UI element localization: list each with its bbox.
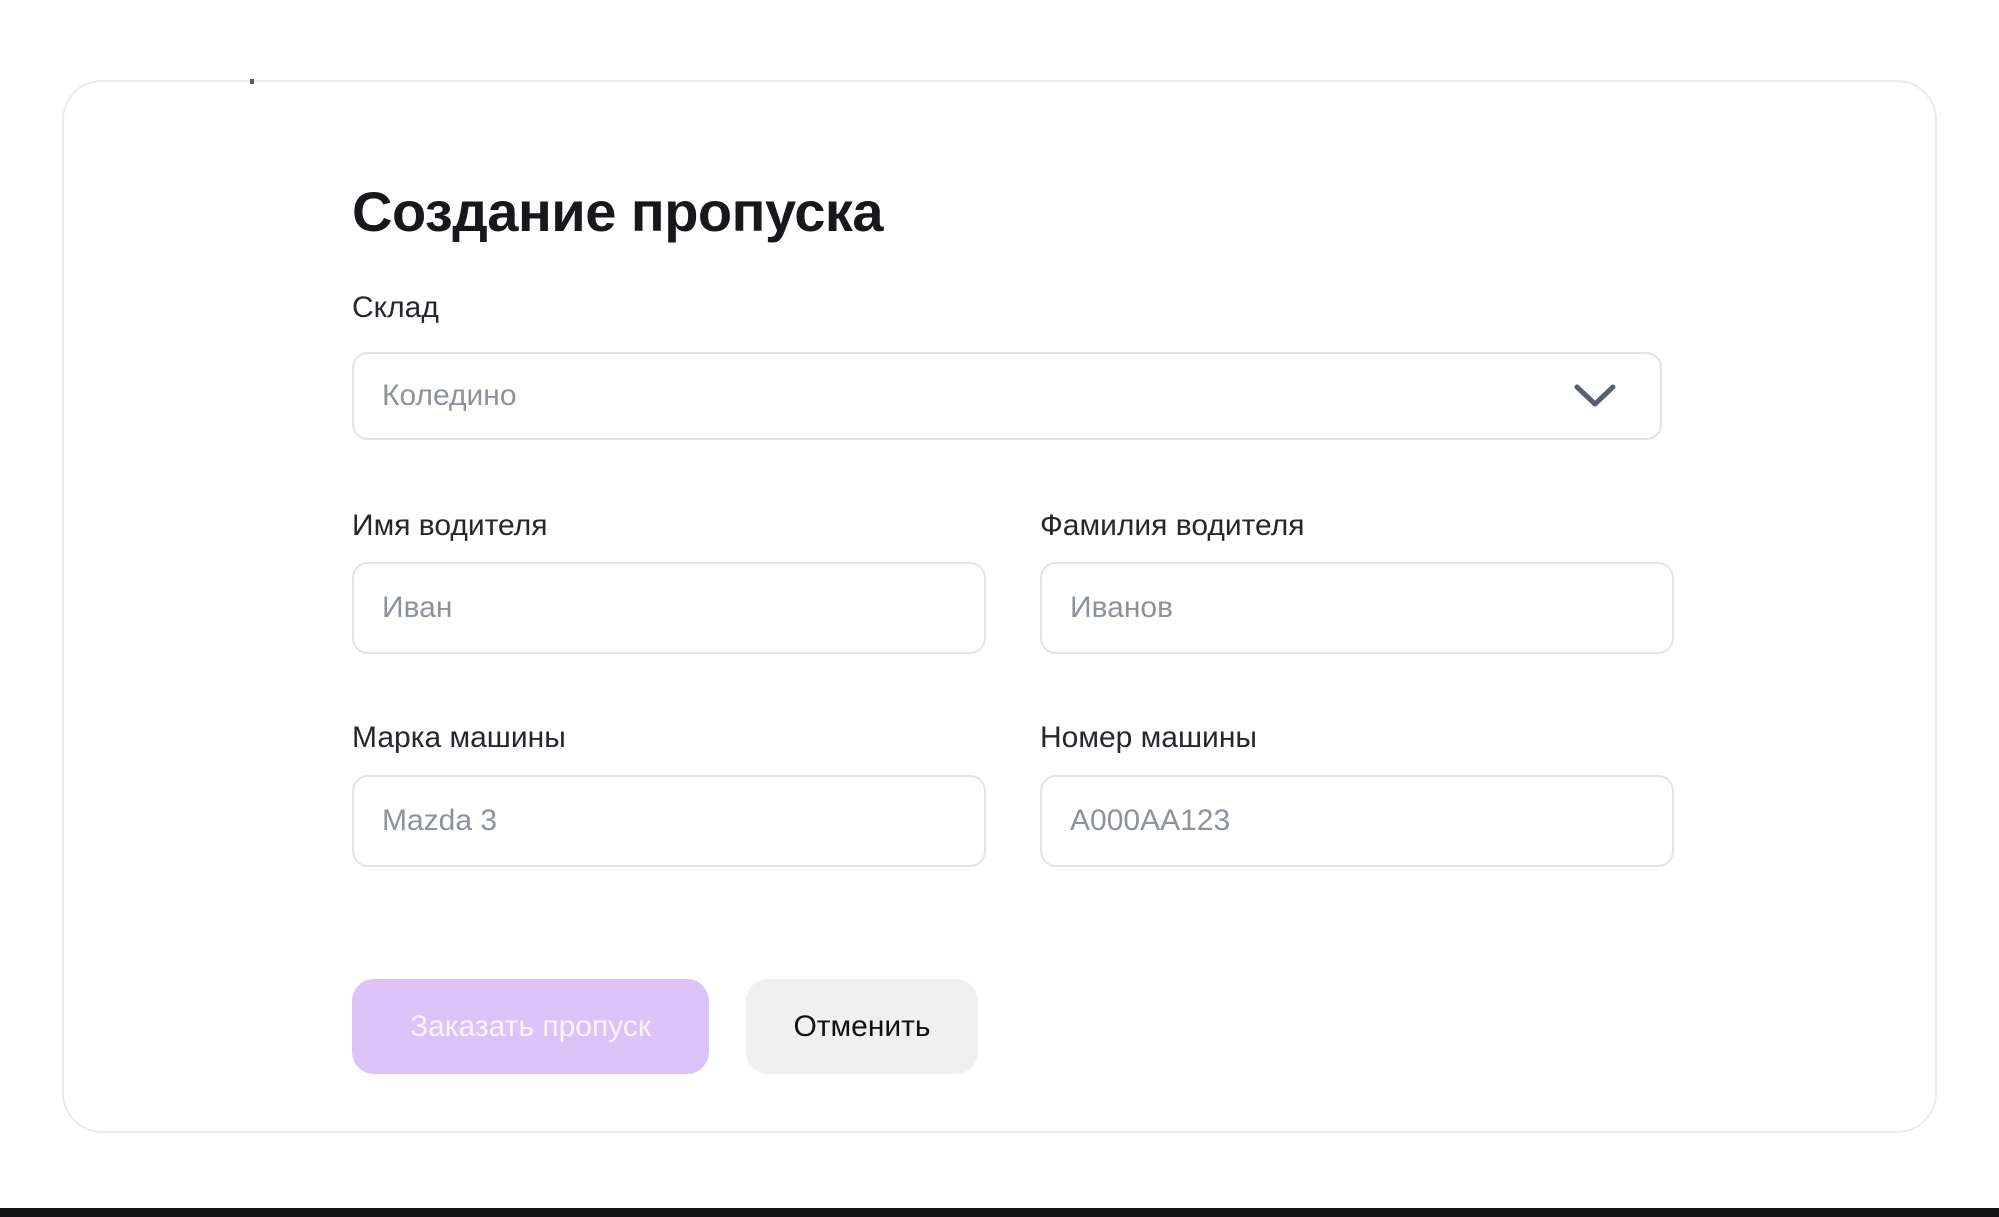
page-title: Создание пропуска (352, 182, 883, 242)
driver-last-name-label: Фамилия водителя (1040, 506, 1304, 546)
cancel-button[interactable]: Отменить (746, 979, 978, 1074)
card-top-border-artifact (250, 79, 254, 84)
warehouse-select[interactable]: Коледино (352, 352, 1662, 440)
page: Создание пропуска Склад Коледино Имя вод… (0, 0, 1999, 1217)
driver-first-name-label: Имя водителя (352, 506, 548, 546)
warehouse-selected-value: Коледино (382, 379, 517, 413)
bottom-bar (0, 1208, 1999, 1217)
car-number-input[interactable] (1040, 775, 1674, 867)
warehouse-label: Склад (352, 288, 439, 328)
driver-last-name-input[interactable] (1040, 562, 1674, 654)
driver-first-name-input[interactable] (352, 562, 986, 654)
car-brand-input[interactable] (352, 775, 986, 867)
car-brand-label: Марка машины (352, 718, 566, 758)
car-number-label: Номер машины (1040, 718, 1257, 758)
order-pass-button[interactable]: Заказать пропуск (352, 979, 709, 1074)
chevron-down-icon (1572, 382, 1618, 410)
pass-creation-card: Создание пропуска Склад Коледино Имя вод… (62, 80, 1937, 1133)
